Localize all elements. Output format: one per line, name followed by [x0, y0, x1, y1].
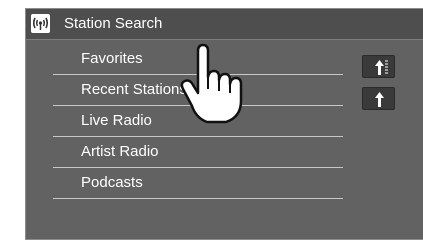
- list-item-label: Artist Radio: [81, 143, 159, 160]
- list-item-podcasts[interactable]: Podcasts: [53, 168, 343, 199]
- list-item-label: Live Radio: [81, 112, 152, 129]
- list-item-artist-radio[interactable]: Artist Radio: [53, 137, 343, 168]
- jump-to-top-button[interactable]: [362, 55, 395, 78]
- list-item-label: Favorites: [81, 50, 143, 67]
- radio-antenna-icon: [31, 14, 50, 33]
- jump-to-top-icon: [375, 60, 388, 75]
- list-item-label: Recent Stations: [81, 81, 187, 98]
- page-title: Station Search: [64, 15, 163, 32]
- tap-hand-icon: [180, 43, 243, 124]
- page-up-icon: [375, 92, 384, 107]
- list-item-label: Podcasts: [81, 174, 143, 191]
- header-bar: Station Search: [26, 9, 423, 40]
- page-up-button[interactable]: [362, 87, 395, 110]
